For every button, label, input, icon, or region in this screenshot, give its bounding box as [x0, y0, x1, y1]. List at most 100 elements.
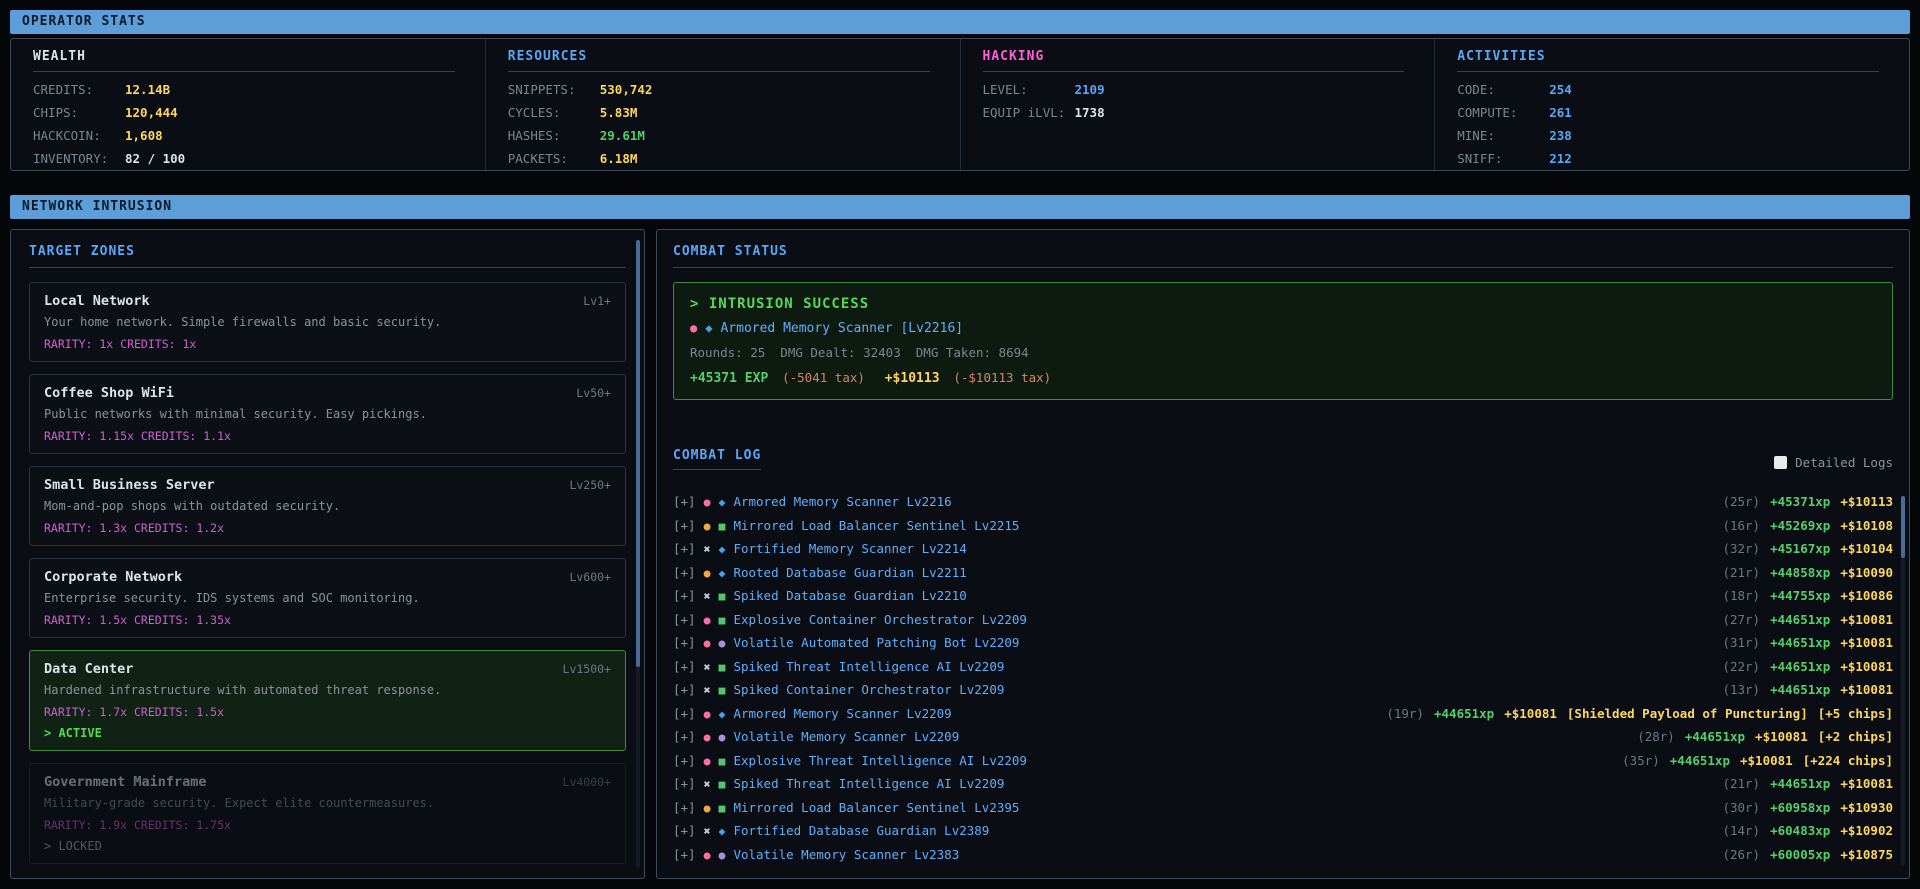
intrusion-result-box: > INTRUSION SUCCESS ●◆Armored Memory Sca… [673, 282, 1893, 400]
enemy-name: Spiked Container Orchestrator Lv2209 [733, 682, 1004, 697]
log-scrollbar[interactable] [1901, 496, 1905, 866]
log-row: [+]●◆Armored Memory Scanner Lv2216(25r)+… [673, 494, 1893, 518]
zone-level-requirement: Lv250+ [569, 478, 611, 492]
rounds-count: (28r) [1637, 729, 1675, 744]
expand-toggle[interactable]: [+] [673, 823, 696, 838]
swords-icon: ✖ [704, 683, 711, 697]
money-gain: +$10104 [1840, 541, 1893, 556]
expand-toggle[interactable]: [+] [673, 706, 696, 721]
stat-row: SNIPPETS:530,742 [508, 78, 930, 101]
stat-label: CYCLES: [508, 101, 600, 124]
expand-toggle[interactable]: [+] [673, 682, 696, 697]
expand-toggle[interactable]: [+] [673, 518, 696, 533]
zone-level-requirement: Lv50+ [576, 386, 611, 400]
expand-toggle[interactable]: [+] [673, 588, 696, 603]
enemy-name: Explosive Container Orchestrator Lv2209 [733, 612, 1027, 627]
combat-panel: COMBAT STATUS > INTRUSION SUCCESS ●◆Armo… [656, 229, 1910, 879]
combat-log-title: COMBAT LOG [673, 448, 761, 470]
zone-card-data-center[interactable]: Data CenterLv1500+Hardened infrastructur… [29, 650, 626, 751]
enemy-name: Spiked Database Guardian Lv2210 [733, 588, 966, 603]
bomb-icon: ● [719, 730, 726, 744]
donut-icon: ● [704, 848, 711, 862]
loot-drop: [+2 chips] [1818, 729, 1893, 744]
stat-label: PACKETS: [508, 147, 600, 170]
zone-description: Enterprise security. IDS systems and SOC… [44, 591, 611, 605]
log-row: [+]✖◆Fortified Database Guardian Lv2389(… [673, 823, 1893, 847]
log-scrollbar-thumb[interactable] [1901, 496, 1905, 558]
zone-level-requirement: Lv600+ [569, 570, 611, 584]
expand-toggle[interactable]: [+] [673, 541, 696, 556]
log-row: [+]●■Mirrored Load Balancer Sentinel Lv2… [673, 518, 1893, 542]
zone-description: Military-grade security. Expect elite co… [44, 796, 611, 810]
log-entry-left: [+]✖■Spiked Threat Intelligence AI Lv220… [673, 776, 1004, 791]
zone-card-coffee-shop-wifi[interactable]: Coffee Shop WiFiLv50+Public networks wit… [29, 374, 626, 454]
swords-icon: ✖ [704, 542, 711, 556]
detailed-logs-toggle[interactable]: Detailed Logs [1774, 455, 1893, 470]
log-entry-left: [+]✖■Spiked Database Guardian Lv2210 [673, 588, 967, 603]
expand-toggle[interactable]: [+] [673, 847, 696, 862]
money-gain: +$10086 [1840, 588, 1893, 603]
xp-gain: +60483xp [1770, 823, 1830, 838]
expand-toggle[interactable]: [+] [673, 800, 696, 815]
swords-icon: ✖ [704, 777, 711, 791]
bomb-icon: ● [719, 636, 726, 650]
combat-log-header-row: COMBAT LOG Detailed Logs [673, 448, 1893, 470]
money-gain: +$10113 [1840, 494, 1893, 509]
log-entry-right: (32r)+45167xp+$10104 [1712, 541, 1893, 556]
xp-gain: +44651xp [1434, 706, 1494, 721]
expand-toggle[interactable]: [+] [673, 753, 696, 768]
shield-icon: ◆ [705, 321, 712, 335]
log-row: [+]●●Volatile Automated Patching Bot Lv2… [673, 635, 1893, 659]
zone-name: Coffee Shop WiFi [44, 385, 174, 401]
expand-toggle[interactable]: [+] [673, 659, 696, 674]
enemy-mod-icons: ●◆ [690, 321, 720, 336]
target-zones-panel: TARGET ZONES Local NetworkLv1+Your home … [10, 229, 645, 879]
zones-scrollbar[interactable] [636, 240, 640, 868]
log-row: [+]✖◆Fortified Memory Scanner Lv2214(32r… [673, 541, 1893, 565]
xp-gain: +44651xp [1685, 729, 1745, 744]
donut-icon: ● [704, 707, 711, 721]
stat-row: MINE:238 [1457, 124, 1879, 147]
xp-gain: +44755xp [1770, 588, 1830, 603]
zone-multipliers: RARITY: 1.7x CREDITS: 1.5x [44, 705, 611, 719]
stat-label: SNIPPETS: [508, 78, 600, 101]
zone-card-small-business-server[interactable]: Small Business ServerLv250+Mom-and-pop s… [29, 466, 626, 546]
log-entry-left: [+]●■Mirrored Load Balancer Sentinel Lv2… [673, 800, 1019, 815]
loot-drop: [Shielded Payload of Puncturing] [1567, 706, 1808, 721]
shield-icon: ◆ [719, 566, 726, 580]
money-icon: ■ [719, 777, 726, 791]
expand-toggle[interactable]: [+] [673, 494, 696, 509]
expand-toggle[interactable]: [+] [673, 776, 696, 791]
zones-scrollbar-thumb[interactable] [636, 240, 640, 667]
log-entry-left: [+]●●Volatile Memory Scanner Lv2383 [673, 847, 959, 862]
rounds-count: (16r) [1722, 518, 1760, 533]
expand-toggle[interactable]: [+] [673, 612, 696, 627]
expand-toggle[interactable]: [+] [673, 729, 696, 744]
zone-status: > LOCKED [44, 839, 611, 853]
stat-label: COMPUTE: [1457, 101, 1549, 124]
log-entry-right: (35r)+44651xp+$10081[+224 chips] [1612, 753, 1893, 768]
log-row: [+]●◆Rooted Database Guardian Lv2211(21r… [673, 565, 1893, 589]
stat-value: 82 / 100 [125, 147, 185, 170]
log-entry-left: [+]●◆Armored Memory Scanner Lv2209 [673, 706, 952, 721]
detailed-logs-checkbox[interactable] [1774, 456, 1787, 469]
money-gain: +$10081 [1840, 776, 1893, 791]
zone-card-local-network[interactable]: Local NetworkLv1+Your home network. Simp… [29, 282, 626, 362]
stat-value: 29.61M [600, 124, 645, 147]
stat-row: CYCLES:5.83M [508, 101, 930, 124]
zone-card-government-mainframe[interactable]: Government MainframeLv4000+Military-grad… [29, 763, 626, 864]
stat-value: 2109 [1075, 78, 1105, 101]
rounds-count: (19r) [1386, 706, 1424, 721]
stat-row: COMPUTE:261 [1457, 101, 1879, 124]
money-gain: +$10081 [1504, 706, 1557, 721]
expand-toggle[interactable]: [+] [673, 565, 696, 580]
money-icon: ■ [719, 519, 726, 533]
stat-row: HASHES:29.61M [508, 124, 930, 147]
money-icon: ■ [719, 754, 726, 768]
zone-title-row: Corporate NetworkLv600+ [44, 569, 611, 585]
money-gain: +$10081 [1840, 659, 1893, 674]
rounds-count: (35r) [1622, 753, 1660, 768]
zone-card-corporate-network[interactable]: Corporate NetworkLv600+ Enterprise securi… [29, 558, 626, 638]
money-gain: +$10875 [1840, 847, 1893, 862]
expand-toggle[interactable]: [+] [673, 635, 696, 650]
